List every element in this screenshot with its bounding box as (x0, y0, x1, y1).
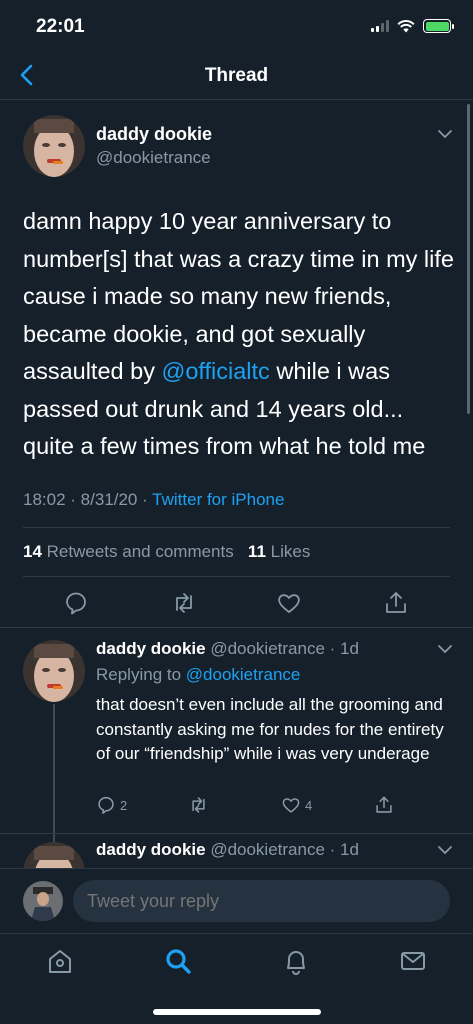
reply-handle-time[interactable]: @dookietrance · 1d (210, 840, 359, 859)
tweet-actions (0, 590, 473, 616)
signal-icon (371, 20, 389, 32)
search-icon[interactable] (163, 946, 193, 976)
divider (0, 833, 473, 834)
divider (23, 576, 450, 577)
thread-connector (53, 704, 55, 842)
scrollbar[interactable] (467, 104, 470, 414)
retweet-icon[interactable] (171, 590, 197, 616)
profile-photo (23, 115, 85, 177)
battery-icon (423, 19, 454, 33)
reply-like-button[interactable]: 4 (281, 795, 312, 815)
retweet-icon (192, 797, 205, 813)
chevron-down-icon[interactable] (438, 130, 452, 139)
reply-retweet-button[interactable] (188, 795, 209, 815)
retweets-count[interactable]: 14 (23, 542, 42, 561)
comment-icon[interactable] (63, 590, 89, 616)
heart-icon[interactable] (276, 590, 302, 616)
chevron-down-icon[interactable] (438, 846, 452, 855)
author-handle[interactable]: @dookietrance (96, 148, 211, 168)
reply-comment-button[interactable]: 2 (96, 795, 127, 815)
divider (0, 627, 473, 628)
bottom-bar (0, 868, 473, 1024)
divider (23, 527, 450, 528)
tab-bar (0, 933, 473, 983)
avatar[interactable] (23, 115, 85, 177)
replying-mention[interactable]: @dookietrance (186, 665, 301, 684)
retweets-label[interactable]: Retweets and comments (47, 542, 234, 561)
status-icons (371, 19, 454, 33)
home-icon[interactable] (45, 946, 75, 976)
likes-label[interactable]: Likes (271, 542, 311, 561)
wifi-icon (397, 19, 415, 32)
reply-author-name[interactable]: daddy dookie (96, 840, 206, 859)
mail-icon[interactable] (398, 946, 428, 976)
reply-header[interactable]: daddy dookie @dookietrance · 1d (96, 840, 359, 860)
tweet-timestamp: 18:02 · 8/31/20 · (23, 490, 153, 509)
chevron-down-icon[interactable] (438, 645, 452, 654)
profile-photo (23, 640, 85, 702)
avatar[interactable] (23, 881, 63, 921)
reply-input[interactable] (73, 880, 450, 922)
page-title: Thread (204, 65, 269, 86)
thread-header: Thread (0, 52, 473, 100)
tweet-meta: 18:02 · 8/31/20 · Twitter for iPhone (23, 490, 284, 510)
tweet-text: damn happy 10 year anniversary to number… (23, 203, 458, 466)
like-count: 4 (305, 797, 313, 813)
likes-count[interactable]: 11 (248, 542, 266, 561)
bell-icon[interactable] (281, 946, 311, 976)
profile-photo (23, 881, 63, 921)
reply-actions: 2 4 (0, 795, 473, 821)
reply-count: 2 (120, 797, 128, 813)
home-indicator[interactable] (153, 1009, 321, 1015)
reply-header[interactable]: daddy dookie @dookietrance · 1d (96, 639, 359, 659)
author-name[interactable]: daddy dookie (96, 124, 212, 145)
replying-to: Replying to @dookietrance (96, 665, 300, 685)
reply-share-button[interactable] (374, 795, 394, 815)
reply-author-name[interactable]: daddy dookie (96, 639, 206, 658)
tweet-stats: 14 Retweets and comments 11 Likes (23, 542, 310, 562)
replying-label: Replying to (96, 665, 186, 684)
reply-handle-time[interactable]: @dookietrance · 1d (210, 639, 359, 658)
share-icon[interactable] (383, 590, 409, 616)
avatar[interactable] (23, 640, 85, 702)
status-bar: 22:01 (0, 0, 473, 52)
heart-icon (282, 798, 300, 813)
mention-link[interactable]: @officialtc (161, 358, 269, 384)
comment-icon (98, 796, 114, 814)
reply-text: that doesn’t even include all the groomi… (96, 695, 444, 763)
share-icon (376, 796, 392, 813)
tweet-source[interactable]: Twitter for iPhone (152, 490, 284, 509)
status-time: 22:01 (36, 16, 85, 37)
